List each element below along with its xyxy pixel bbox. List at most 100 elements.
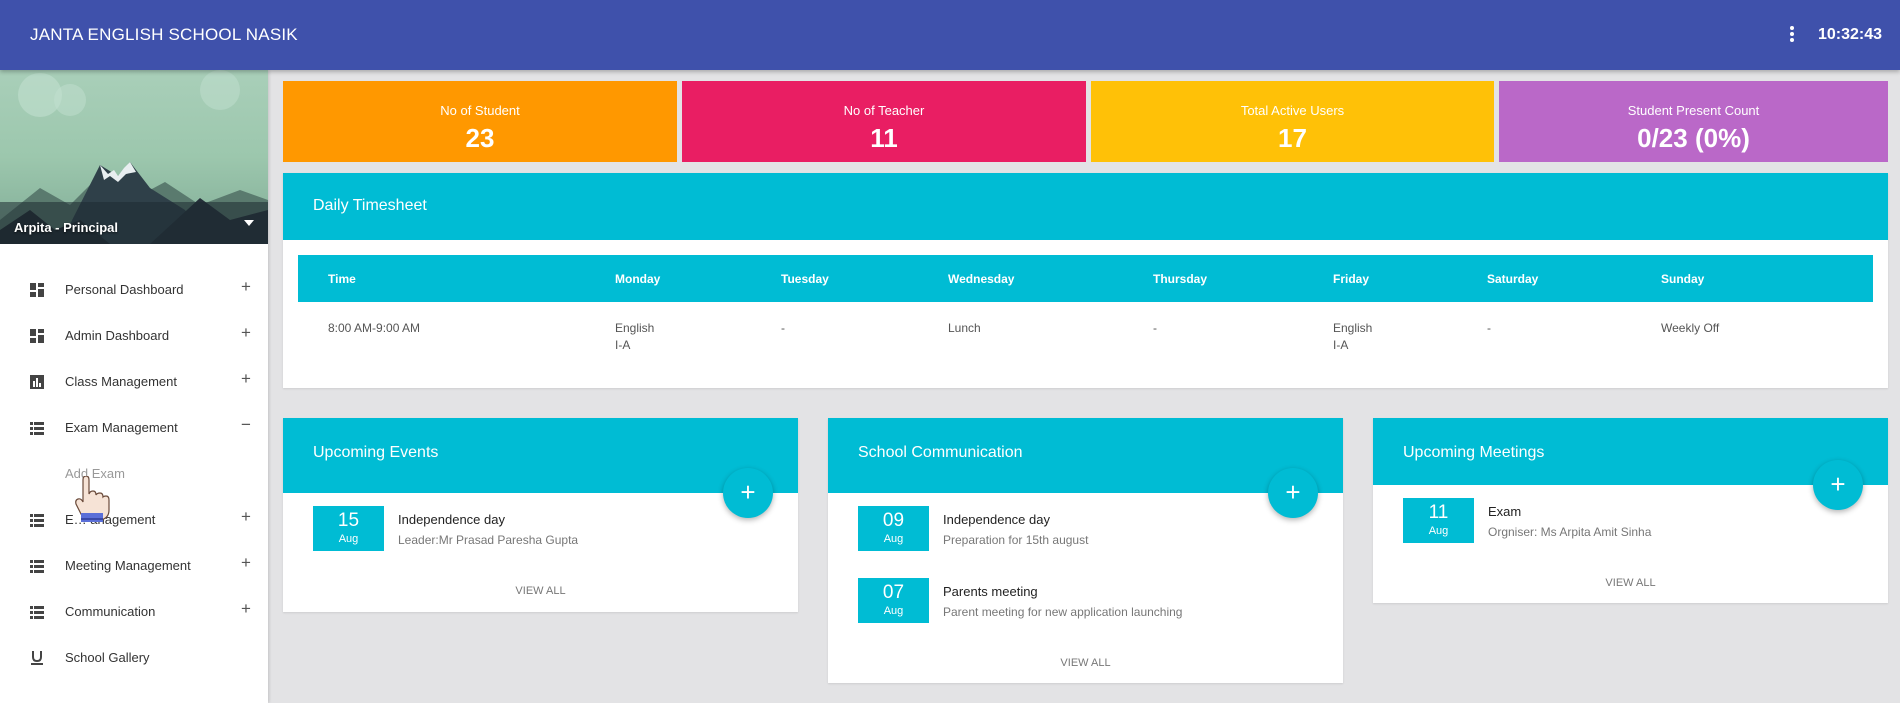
panel-header: Upcoming Events	[283, 418, 798, 493]
add-communication-button[interactable]: +	[1268, 468, 1318, 518]
date-month: Aug	[883, 605, 904, 617]
cell-subject: English	[615, 321, 655, 335]
date-day: 09	[882, 510, 905, 531]
list-icon	[30, 514, 44, 527]
column-header: Friday	[1333, 272, 1370, 286]
date-month: Aug	[883, 533, 904, 545]
table-cell: English I-A	[615, 320, 654, 354]
add-event-button[interactable]: +	[723, 468, 773, 518]
panel-header: Upcoming Meetings	[1373, 418, 1888, 485]
date-month: Aug	[1428, 525, 1449, 537]
column-header: Wednesday	[948, 272, 1015, 286]
stat-title: No of Teacher	[843, 103, 925, 118]
table-cell: -	[1153, 321, 1157, 335]
expand-icon[interactable]: +	[241, 599, 251, 619]
panel-title: Upcoming Meetings	[1403, 444, 1545, 461]
panel-title: School Communication	[858, 444, 1023, 461]
stat-title: Student Present Count	[1627, 103, 1760, 118]
list-icon	[30, 422, 44, 435]
view-all-link[interactable]: VIEW ALL	[828, 657, 1343, 669]
bar-chart-icon	[30, 375, 44, 389]
item-subtitle: Parent meeting for new application launc…	[943, 605, 1183, 619]
underline-icon	[31, 651, 43, 665]
date-day: 07	[882, 582, 905, 603]
sidebar-item-personal-dashboard[interactable]: Personal Dashboard +	[0, 267, 268, 313]
view-all-link[interactable]: VIEW ALL	[283, 585, 798, 597]
stat-value: 23	[465, 123, 495, 153]
stat-value: 11	[870, 123, 898, 153]
cell-class: I-A	[615, 338, 631, 352]
table-header-row: Time Monday Tuesday Wednesday Thursday F…	[298, 255, 1873, 302]
mountain-banner-image	[0, 70, 268, 244]
cell-subject: English	[1333, 321, 1373, 335]
column-header: Time	[328, 272, 356, 286]
timesheet-header: Daily Timesheet	[283, 173, 1888, 240]
user-name: Arpita - Principal	[14, 220, 119, 235]
date-badge: 11 Aug	[1403, 498, 1474, 543]
dashboard-icon	[30, 329, 44, 343]
stat-title: No of Student	[440, 103, 520, 118]
sidebar-item-label: Admin Dashboard	[65, 328, 170, 343]
profile-banner: Arpita - Principal	[0, 70, 268, 244]
date-badge: 09 Aug	[858, 506, 929, 551]
column-header: Saturday	[1487, 272, 1539, 286]
sidebar-item-meeting-management[interactable]: Meeting Management +	[0, 543, 268, 589]
daily-timesheet-card: Daily Timesheet Time Monday Tuesday Wedn…	[283, 173, 1888, 388]
table-cell: Weekly Off	[1661, 321, 1720, 335]
sidebar: Arpita - Principal Personal Dashboard + …	[0, 70, 268, 703]
sidebar-item-label: School Gallery	[65, 650, 150, 665]
dashboard-icon	[30, 283, 44, 297]
item-title: Independence day	[398, 512, 505, 527]
expand-icon[interactable]: +	[241, 369, 251, 389]
expand-icon[interactable]: +	[241, 323, 251, 343]
view-all-link[interactable]: VIEW ALL	[1373, 577, 1888, 589]
collapse-icon[interactable]: −	[241, 415, 251, 435]
date-badge: 07 Aug	[858, 578, 929, 623]
table-cell: 8:00 AM-9:00 AM	[328, 321, 421, 335]
school-communication-card: School Communication + 09 Aug Independen…	[828, 418, 1343, 683]
date-day: 11	[1428, 502, 1449, 523]
expand-icon[interactable]: +	[241, 553, 251, 573]
item-subtitle: Preparation for 15th august	[943, 533, 1089, 547]
date-badge: 15 Aug	[313, 506, 384, 551]
sidebar-item-admin-dashboard[interactable]: Admin Dashboard +	[0, 313, 268, 359]
list-icon	[30, 560, 44, 573]
date-day: 15	[337, 510, 360, 531]
stat-card-present-count: Student Present Count 0/23 (0%)	[1499, 81, 1888, 162]
stat-title: Total Active Users	[1240, 103, 1345, 118]
hand-cursor-icon	[75, 476, 110, 522]
table-cell: -	[781, 321, 785, 335]
top-app-bar: JANTA ENGLISH SCHOOL NASIK 10:32:43	[0, 0, 1900, 70]
sidebar-item-school-gallery[interactable]: School Gallery	[0, 635, 268, 681]
sidebar-item-class-management[interactable]: Class Management +	[0, 359, 268, 405]
cell-class: I-A	[1333, 338, 1349, 352]
sidebar-subitem-add-exam[interactable]: Add Exam	[0, 451, 268, 497]
add-meeting-button[interactable]: +	[1813, 460, 1863, 510]
sidebar-item-label: Communication	[65, 604, 156, 619]
column-header: Thursday	[1153, 272, 1208, 286]
column-header: Tuesday	[781, 272, 829, 286]
panel-title: Upcoming Events	[313, 444, 439, 461]
expand-icon[interactable]: +	[241, 507, 251, 527]
school-name: JANTA ENGLISH SCHOOL NASIK	[30, 25, 298, 44]
panel-header: School Communication	[828, 418, 1343, 493]
stat-card-active-users: Total Active Users 17	[1091, 81, 1494, 162]
expand-icon[interactable]: +	[241, 277, 251, 297]
sidebar-item-exam-management[interactable]: Exam Management −	[0, 405, 268, 451]
more-vert-icon[interactable]	[1786, 24, 1798, 46]
date-month: Aug	[338, 533, 359, 545]
table-cell: Lunch	[948, 321, 981, 335]
table-cell: -	[1487, 321, 1491, 335]
sidebar-item-label: Class Management	[65, 374, 177, 389]
column-header: Sunday	[1661, 272, 1705, 286]
timesheet-table: Time Monday Tuesday Wednesday Thursday F…	[298, 255, 1873, 362]
stat-value: 17	[1278, 123, 1307, 153]
sidebar-item-communication[interactable]: Communication +	[0, 589, 268, 635]
sidebar-item-event-management[interactable]: E… anagement +	[0, 497, 268, 543]
stat-card-teachers: No of Teacher 11	[682, 81, 1086, 162]
column-header: Monday	[615, 272, 661, 286]
clock: 10:32:43	[1817, 26, 1882, 43]
item-subtitle: Leader:Mr Prasad Paresha Gupta	[398, 533, 579, 547]
caret-down-icon[interactable]	[244, 220, 254, 226]
item-title: Independence day	[943, 512, 1050, 527]
